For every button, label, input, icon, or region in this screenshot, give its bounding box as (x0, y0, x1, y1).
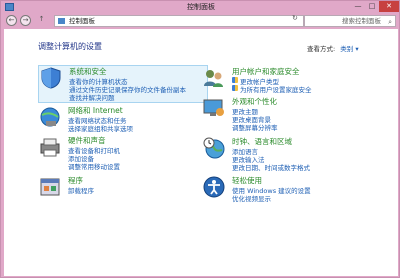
users-icon (204, 70, 223, 87)
category-user-accounts[interactable]: 用户帐户和家庭安全 更改帐户类型 为所有用户设置家庭安全 (202, 66, 372, 100)
category-system-security[interactable]: 系统和安全 查看你的计算机状态 通过文件历史记录保存你的文件备份副本 查找并解决… (38, 65, 208, 103)
link-uninstall-program[interactable]: 卸载程序 (68, 185, 94, 195)
search-input[interactable]: 搜索控制面板 ⌕ (304, 15, 396, 27)
search-icon[interactable]: ⌕ (388, 17, 392, 27)
view-by: 查看方式: 类别 ▾ (307, 43, 359, 53)
link-date-time-format[interactable]: 更改日期、时间或数字格式 (232, 162, 310, 172)
link-optimize-visual-display[interactable]: 优化视频显示 (232, 193, 271, 203)
view-by-label: 查看方式: (307, 45, 336, 53)
link-screen-resolution[interactable]: 调整屏幕分辨率 (232, 122, 278, 132)
navigation-bar: ← → ↑ 控制面板 ↻ 搜索控制面板 ⌕ (4, 14, 398, 28)
category-network[interactable]: 网络和 Internet 查看网络状态和任务 选择家庭组和共享选项 (38, 105, 208, 135)
category-appearance[interactable]: 外观和个性化 更改主题 更改桌面背景 调整屏幕分辨率 (202, 96, 372, 132)
printer-icon (40, 138, 60, 157)
link-family-safety[interactable]: 为所有用户设置家庭安全 (232, 84, 312, 94)
close-button[interactable]: ✕ (379, 1, 399, 12)
link-mobility-settings[interactable]: 调整常用移动设置 (68, 161, 120, 171)
forward-button[interactable]: → (20, 15, 31, 26)
link-homegroup[interactable]: 选择家庭组和共享选项 (68, 123, 133, 133)
category-ease-of-access[interactable]: 轻松使用 使用 Windows 建议的设置 优化视频显示 (202, 175, 372, 203)
refresh-button[interactable]: ↻ (292, 14, 298, 22)
address-bar[interactable]: 控制面板 (54, 15, 304, 27)
clock-globe-icon (203, 137, 225, 159)
page-title: 调整计算机的设置 (38, 42, 102, 51)
search-placeholder: 搜索控制面板 (342, 17, 381, 25)
up-button[interactable]: ↑ (36, 15, 47, 26)
shield-icon (41, 67, 61, 89)
programs-icon (40, 178, 60, 196)
maximize-button[interactable]: □ (365, 1, 379, 12)
control-panel-icon (58, 18, 65, 24)
uac-shield-icon (232, 77, 238, 83)
view-by-dropdown[interactable]: 类别 ▾ (340, 45, 358, 53)
window-title: 控制面板 (187, 3, 215, 11)
uac-shield-icon (232, 85, 238, 91)
control-panel-window: 控制面板 — □ ✕ ← → ↑ 控制面板 ↻ 搜索控制面板 ⌕ 调整计算机的设… (0, 0, 400, 278)
network-icon (40, 107, 60, 127)
category-hardware-sound[interactable]: 硬件和声音 查看设备和打印机 添加设备 调整常用移动设置 (38, 135, 208, 171)
minimize-button[interactable]: — (351, 1, 365, 12)
link-troubleshoot[interactable]: 查找并解决问题 (69, 92, 115, 102)
back-button[interactable]: ← (6, 15, 17, 26)
title-bar[interactable]: 控制面板 — □ ✕ (1, 1, 400, 13)
main-content: 调整计算机的设置 查看方式: 类别 ▾ 系统和安全 查看你的计算机状态 通过文件… (4, 29, 398, 276)
category-clock-language-region[interactable]: 时钟、语言和区域 添加语言 更改输入法 更改日期、时间或数字格式 (202, 136, 372, 172)
ease-of-access-icon (203, 176, 225, 198)
appearance-icon (203, 99, 224, 116)
address-text: 控制面板 (69, 17, 95, 25)
category-programs[interactable]: 程序 卸载程序 (38, 175, 208, 201)
